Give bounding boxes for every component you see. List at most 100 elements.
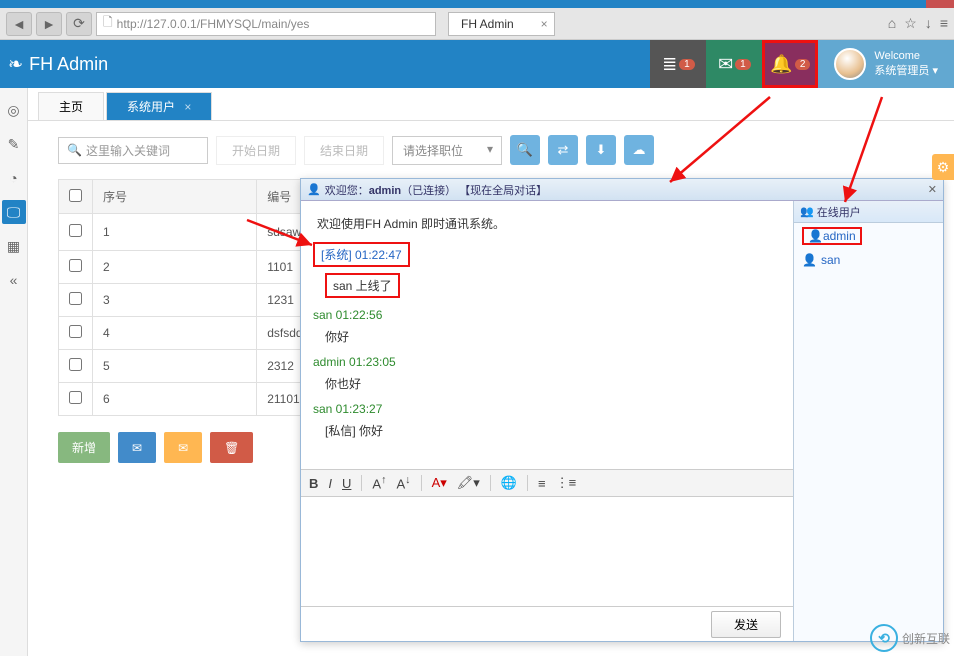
- online-users-header: 👥 在线用户: [794, 201, 943, 223]
- sidebar: ◎ ✎ ◔ 🖵 ▦ «: [0, 88, 28, 656]
- row-checkbox[interactable]: [69, 325, 82, 338]
- header-tasks-button[interactable]: ≣ 1: [650, 40, 706, 88]
- row-checkbox[interactable]: [69, 391, 82, 404]
- url-text: http://127.0.0.1/FHMYSQL/main/yes: [117, 17, 310, 31]
- search-button[interactable]: 🔍: [510, 135, 540, 165]
- chat-messages-area: 欢迎使用FH Admin 即时通讯系统。 [系统] 01:22:47san 上线…: [301, 201, 793, 469]
- row-index: 5: [93, 350, 257, 383]
- search-input[interactable]: 🔍 这里输入关键词: [58, 137, 208, 164]
- swap-button[interactable]: ⇄: [548, 135, 578, 165]
- chat-input[interactable]: [301, 497, 793, 607]
- sidebar-collapse-icon[interactable]: «: [2, 268, 26, 292]
- tab-home-label: 主页: [59, 100, 83, 114]
- search-icon: 🔍: [67, 143, 82, 157]
- col-index: 序号: [93, 180, 257, 214]
- list-bullet-button[interactable]: ⋮≡: [556, 475, 577, 491]
- welcome-label: Welcome: [874, 50, 938, 62]
- message-action-button[interactable]: ✉: [164, 432, 202, 463]
- search-toolbar: 🔍 这里输入关键词 开始日期 结束日期 请选择职位 🔍 ⇄ ⬇ ☁: [28, 121, 954, 179]
- user-menu[interactable]: Welcome 系统管理员 ▾: [818, 40, 954, 88]
- sidebar-dashboard-icon[interactable]: ◔: [2, 166, 26, 190]
- swap-icon: ⇄: [558, 142, 569, 158]
- app-name: FH Admin: [29, 54, 108, 75]
- highlight-button[interactable]: 🖍▾: [457, 475, 480, 491]
- font-color-button[interactable]: A▾: [432, 475, 447, 491]
- row-checkbox[interactable]: [69, 224, 82, 237]
- select-all-checkbox[interactable]: [69, 189, 82, 202]
- search-placeholder: 这里输入关键词: [86, 142, 170, 159]
- side-ribbon-icon[interactable]: ⚙: [932, 154, 954, 180]
- page-tabs-row: 主页 系统用户 ×: [28, 88, 954, 121]
- bold-button[interactable]: B: [309, 476, 318, 491]
- avatar: [834, 48, 866, 80]
- header-mail-button[interactable]: ✉ 1: [706, 40, 762, 88]
- chat-close-button[interactable]: ✕: [928, 183, 937, 196]
- font-size-up-button[interactable]: A↑: [372, 474, 386, 491]
- url-field[interactable]: 🗋 http://127.0.0.1/FHMYSQL/main/yes: [96, 12, 436, 36]
- star-icon[interactable]: ☆: [904, 15, 917, 32]
- header-alerts-button[interactable]: 🔔 2: [762, 40, 818, 88]
- window-close-button[interactable]: [926, 0, 954, 8]
- col-checkbox: [59, 180, 93, 214]
- nav-refresh-button[interactable]: ⟳: [66, 12, 92, 36]
- nav-back-button[interactable]: ◄: [6, 12, 32, 36]
- chat-dialog: 👤 欢迎您：admin（已连接） 【现在全局对话】 ✕ 欢迎使用FH Admin…: [300, 178, 944, 642]
- browser-tab-label: FH Admin: [461, 17, 514, 31]
- online-user[interactable]: 👤san: [794, 249, 943, 271]
- sidebar-compass-icon[interactable]: ◎: [2, 98, 26, 122]
- chat-msg-body: san 上线了: [313, 267, 781, 308]
- mail-action-button[interactable]: ✉: [118, 432, 156, 463]
- menu-icon[interactable]: ≡: [940, 15, 948, 32]
- chat-welcome-text: 欢迎使用FH Admin 即时通讯系统。: [313, 209, 781, 242]
- envelope-icon: ✉: [178, 441, 188, 455]
- send-button[interactable]: 发送: [711, 611, 781, 638]
- underline-button[interactable]: U: [342, 476, 351, 491]
- search-icon: 🔍: [517, 142, 533, 158]
- sidebar-grid-icon[interactable]: ▦: [2, 234, 26, 258]
- row-checkbox[interactable]: [69, 259, 82, 272]
- download-icon: ⬇: [596, 142, 607, 158]
- user-icon: 👤: [802, 253, 817, 267]
- row-index: 6: [93, 383, 257, 416]
- browser-address-bar: ◄ ► ⟳ 🗋 http://127.0.0.1/FHMYSQL/main/ye…: [0, 8, 954, 40]
- add-button[interactable]: 新增: [58, 432, 110, 463]
- online-user[interactable]: 👤admin: [794, 223, 943, 249]
- italic-button[interactable]: I: [328, 476, 332, 491]
- sidebar-pencil-icon[interactable]: ✎: [2, 132, 26, 156]
- download-button[interactable]: ⬇: [586, 135, 616, 165]
- list-icon: ≣: [662, 54, 677, 75]
- nav-forward-button[interactable]: ►: [36, 12, 62, 36]
- app-header: ❧ FH Admin ≣ 1 ✉ 1 🔔 2 Welcome 系统管理员 ▾: [0, 40, 954, 88]
- chat-msg-head: [系统] 01:22:47: [313, 242, 781, 267]
- font-size-down-button[interactable]: A↓: [397, 474, 411, 491]
- chat-titlebar[interactable]: 👤 欢迎您：admin（已连接） 【现在全局对话】 ✕: [301, 179, 943, 201]
- bell-icon: 🔔: [770, 54, 792, 75]
- emoji-button[interactable]: 🌐: [501, 475, 517, 491]
- row-index: 4: [93, 317, 257, 350]
- tab-close-icon[interactable]: ×: [541, 17, 548, 31]
- online-users-panel: 👥 在线用户 👤admin👤san: [793, 201, 943, 641]
- online-header-label: 在线用户: [817, 204, 861, 220]
- tasks-badge: 1: [679, 59, 695, 70]
- caret-down-icon: ▾: [932, 65, 938, 77]
- row-index: 2: [93, 251, 257, 284]
- tab-home[interactable]: 主页: [38, 92, 104, 120]
- cloud-button[interactable]: ☁: [624, 135, 654, 165]
- row-checkbox[interactable]: [69, 358, 82, 371]
- position-select[interactable]: 请选择职位: [392, 136, 502, 165]
- start-date-input[interactable]: 开始日期: [216, 136, 296, 165]
- delete-button[interactable]: 🗑: [210, 432, 253, 463]
- envelope-icon: ✉: [132, 441, 142, 455]
- tab-close-icon[interactable]: ×: [184, 100, 191, 114]
- list-numbered-button[interactable]: ≡: [538, 476, 546, 491]
- sidebar-monitor-icon[interactable]: 🖵: [2, 200, 26, 224]
- download-icon[interactable]: ↓: [925, 15, 932, 32]
- tab-system-users-label: 系统用户: [127, 100, 175, 114]
- online-user-name: admin: [823, 229, 856, 243]
- browser-tab[interactable]: FH Admin ×: [448, 12, 555, 36]
- home-icon[interactable]: ⌂: [888, 15, 896, 32]
- chat-msg-head: san 01:23:27: [313, 402, 781, 416]
- row-checkbox[interactable]: [69, 292, 82, 305]
- tab-system-users[interactable]: 系统用户 ×: [106, 92, 212, 120]
- end-date-input[interactable]: 结束日期: [304, 136, 384, 165]
